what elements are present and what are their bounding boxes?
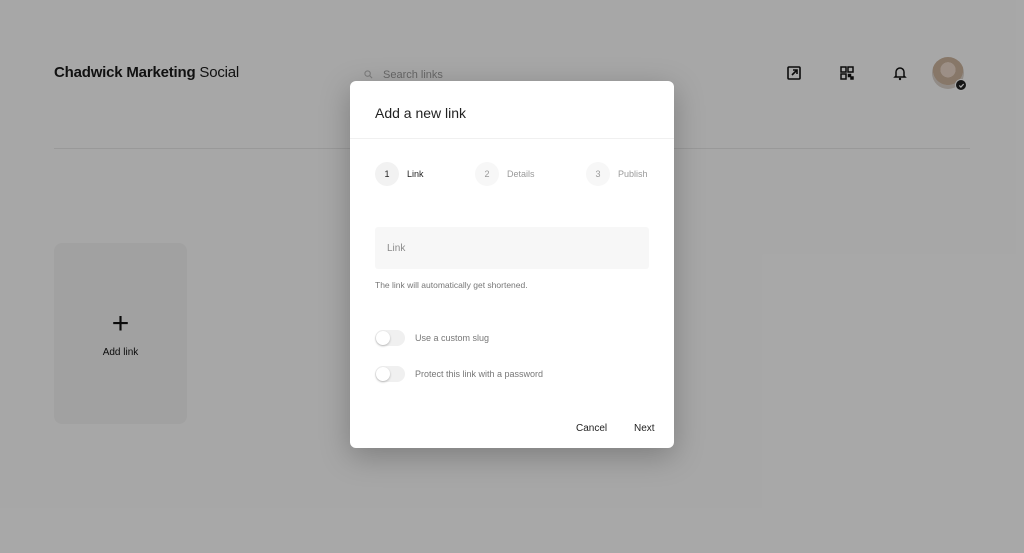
cancel-button[interactable]: Cancel bbox=[576, 423, 607, 434]
step-label: Details bbox=[507, 169, 535, 179]
password-row: Protect this link with a password bbox=[375, 366, 543, 382]
toggle-knob bbox=[376, 331, 390, 345]
custom-slug-toggle[interactable] bbox=[375, 330, 405, 346]
custom-slug-label: Use a custom slug bbox=[415, 333, 490, 343]
toggle-knob bbox=[376, 367, 390, 381]
step-number: 3 bbox=[586, 162, 610, 186]
step-details: 2 Details bbox=[475, 162, 535, 186]
modal-header: Add a new link bbox=[350, 81, 674, 139]
modal-title: Add a new link bbox=[375, 105, 467, 121]
password-toggle[interactable] bbox=[375, 366, 405, 382]
step-link: 1 Link bbox=[375, 162, 424, 186]
step-number: 2 bbox=[475, 162, 499, 186]
step-label: Publish bbox=[618, 169, 648, 179]
add-link-modal: Add a new link 1 Link 2 Details 3 Publis… bbox=[350, 81, 674, 448]
stepper: 1 Link 2 Details 3 Publish bbox=[375, 162, 649, 186]
step-label: Link bbox=[407, 169, 424, 179]
link-hint: The link will automatically get shortene… bbox=[375, 280, 528, 290]
step-number: 1 bbox=[375, 162, 399, 186]
custom-slug-row: Use a custom slug bbox=[375, 330, 489, 346]
step-publish: 3 Publish bbox=[586, 162, 648, 186]
password-label: Protect this link with a password bbox=[415, 369, 544, 379]
next-button[interactable]: Next bbox=[634, 423, 655, 434]
link-input[interactable] bbox=[375, 227, 649, 269]
